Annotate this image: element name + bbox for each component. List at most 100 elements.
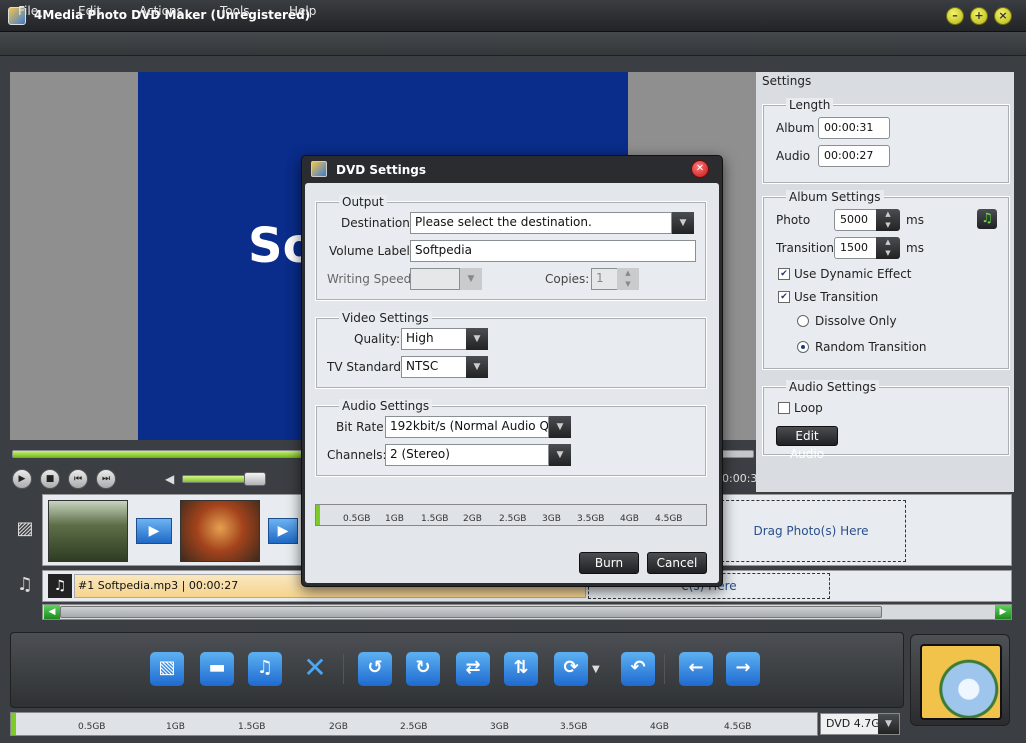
burn-disc-icon[interactable] [920,644,1002,720]
photo-thumbnail[interactable] [180,500,260,562]
next-icon[interactable]: ⏭ [96,469,116,489]
move-left-icon[interactable]: ← [679,652,713,686]
transition-duration-label: Transition [776,241,835,255]
chevron-down-icon[interactable]: ▼ [672,212,694,234]
toolbar-separator [343,654,344,684]
menu-actions[interactable]: Actions [139,4,183,18]
album-length-label: Album [776,121,815,135]
photo-thumbnail[interactable] [48,500,128,562]
dialog-close-icon[interactable]: ✕ [691,160,709,178]
add-photo-icon[interactable]: ▧ [150,652,184,686]
capacity-tick: 1GB [166,722,185,732]
writing-speed-label: Writing Speed: [327,272,416,286]
copies-field: 1 [591,268,619,290]
move-right-icon[interactable]: → [726,652,760,686]
flip-vertical-icon[interactable]: ⇅ [504,652,538,686]
transition-icon[interactable]: ▶ [268,518,298,544]
capacity-fill [11,713,16,735]
capacity-tick: 4.5GB [724,722,752,732]
dialog-capacity-tick: 1.5GB [421,514,449,524]
effect-dropdown-icon[interactable]: ▼ [592,664,600,675]
transition-icon[interactable]: ▶ [136,518,172,544]
menu-edit[interactable]: Edit [78,4,101,18]
photo-duration-stepper[interactable]: ▲ ▼ [876,209,900,231]
menu-tools[interactable]: Tools [220,4,250,18]
channels-label: Channels: [327,448,387,462]
capacity-tick: 0.5GB [78,722,106,732]
audio-length-field[interactable]: 00:00:27 [818,145,890,167]
scroll-right-icon[interactable]: ▶ [995,605,1011,619]
capacity-tick: 4GB [650,722,669,732]
volume-icon: ◀ [165,472,175,486]
music-note-icon: ♫ [48,574,72,598]
delete-icon[interactable]: ✕ [298,652,332,686]
bit-rate-select[interactable]: 192kbit/s (Normal Audio Qua [385,416,549,438]
undo-icon[interactable]: ↶ [621,652,655,686]
dialog-capacity-fill [316,505,320,525]
photo-duration-field[interactable]: 5000 [834,209,878,231]
burn-button[interactable]: Burn [579,552,639,574]
audio-length-label: Audio [776,149,811,163]
chevron-down-icon[interactable]: ▼ [466,328,488,350]
writing-speed-select [410,268,460,290]
cancel-button[interactable]: Cancel [647,552,707,574]
minimize-button[interactable]: – [946,7,964,25]
capacity-tick: 2GB [329,722,348,732]
drop-photo-zone[interactable]: Drag Photo(s) Here [716,500,906,562]
timeline-scrollbar-thumb[interactable] [60,606,882,618]
stop-icon[interactable]: ■ [40,469,60,489]
volume-label-input[interactable]: Softpedia [410,240,696,262]
quality-label: Quality: [354,332,401,346]
flip-horizontal-icon[interactable]: ⇄ [456,652,490,686]
destination-select[interactable]: Please select the destination. [410,212,672,234]
chevron-down-icon[interactable]: ▼ [466,356,488,378]
dialog-audio-settings-title: Audio Settings [339,399,433,413]
music-note-button[interactable]: ♫ [977,209,997,229]
length-group-title: Length [786,98,834,112]
menu-help[interactable]: Help [289,4,316,18]
chevron-down-icon[interactable]: ▼ [878,714,899,734]
close-button[interactable]: × [994,7,1012,25]
effect-icon[interactable]: ⟳ [554,652,588,686]
dissolve-only-radio[interactable] [797,315,809,327]
volume-fill [183,476,247,482]
dissolve-only-label: Dissolve Only [815,314,897,328]
length-group [762,104,1010,184]
volume-label-label: Volume Label: [329,244,414,258]
volume-thumb[interactable] [244,472,266,486]
rotate-right-icon[interactable]: ↻ [406,652,440,686]
photo-duration-unit: ms [906,213,924,227]
tv-standard-label: TV Standard: [327,360,405,374]
audio-track-icon: ♫ [16,574,34,595]
channels-select[interactable]: 2 (Stereo) [385,444,549,466]
chevron-down-icon[interactable]: ▼ [549,444,571,466]
tv-standard-select[interactable]: NTSC [401,356,467,378]
transition-duration-stepper[interactable]: ▲ ▼ [876,237,900,259]
album-settings-title: Album Settings [786,190,884,204]
use-dynamic-effect-checkbox[interactable]: ✔ [778,268,790,280]
dialog-capacity-tick: 3.5GB [577,514,605,524]
scroll-left-icon[interactable]: ◀ [44,605,60,619]
settings-title: Settings [762,74,812,88]
edit-audio-button[interactable]: Edit Audio [776,426,838,461]
playback-progress-fill [13,451,302,457]
photo-track-icon: ▨ [16,518,34,539]
transition-duration-unit: ms [906,241,924,255]
album-length-field[interactable]: 00:00:31 [818,117,890,139]
previous-icon[interactable]: ⏮ [68,469,88,489]
loop-checkbox[interactable] [778,402,790,414]
chevron-down-icon[interactable]: ▼ [549,416,571,438]
dialog-capacity-tick: 0.5GB [343,514,371,524]
transition-duration-field[interactable]: 1500 [834,237,878,259]
menu-file[interactable]: File [18,4,38,18]
quality-select[interactable]: High [401,328,467,350]
rotate-left-icon[interactable]: ↺ [358,652,392,686]
maximize-button[interactable]: + [970,7,988,25]
dialog-capacity-tick: 4.5GB [655,514,683,524]
add-folder-icon[interactable]: ▬ [200,652,234,686]
copies-label: Copies: [545,272,590,286]
play-icon[interactable]: ▶ [12,469,32,489]
add-music-icon[interactable]: ♫ [248,652,282,686]
use-transition-checkbox[interactable]: ✔ [778,291,790,303]
random-transition-radio[interactable] [797,341,809,353]
